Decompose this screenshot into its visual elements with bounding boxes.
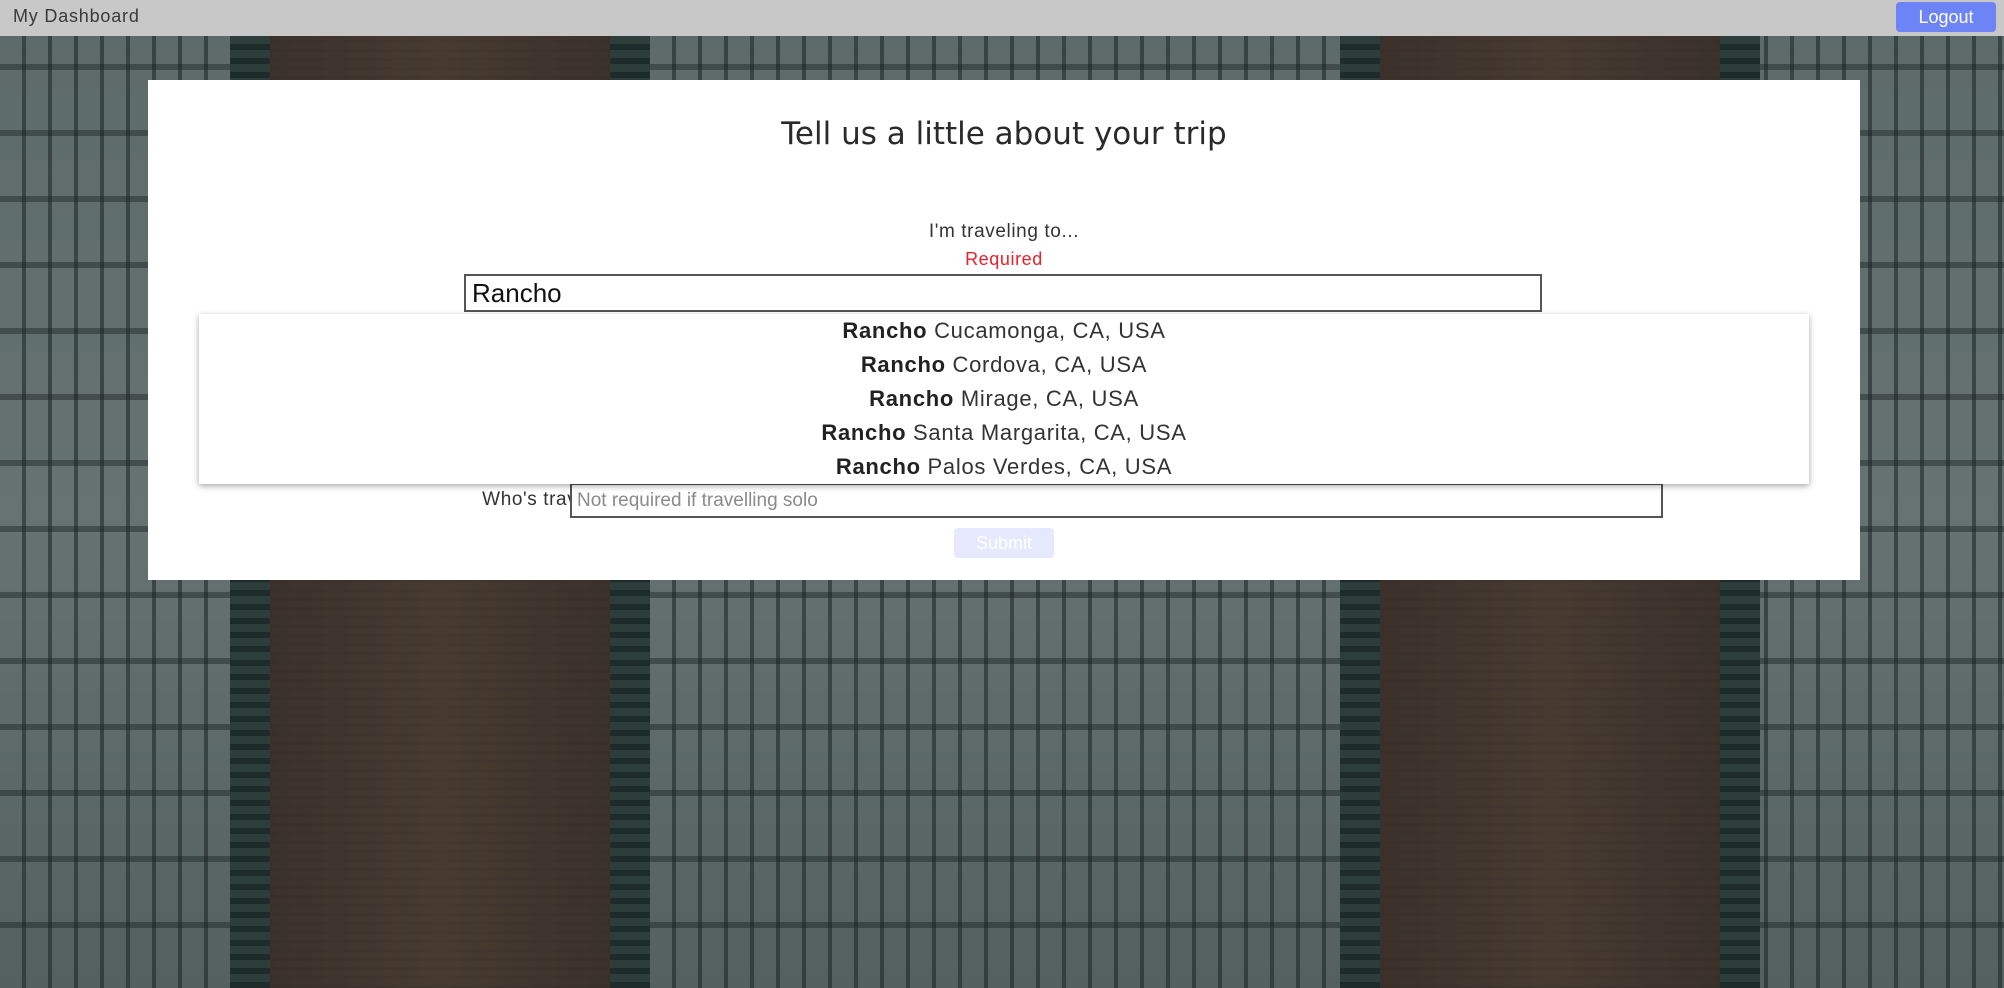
suggestion-rest-text: Santa Margarita, CA, USA (906, 420, 1187, 445)
submit-button[interactable]: Submit (954, 528, 1054, 558)
suggestion-rest-text: Cucamonga, CA, USA (927, 318, 1166, 343)
companions-input[interactable] (570, 483, 1663, 518)
suggestion-match-text: Rancho (842, 318, 928, 343)
suggestion-item[interactable]: Rancho Palos Verdes, CA, USA (199, 450, 1809, 484)
destination-input[interactable] (464, 274, 1542, 312)
destination-suggestions-dropdown: Rancho Cucamonga, CA, USA Rancho Cordova… (199, 314, 1809, 484)
suggestion-item[interactable]: Rancho Mirage, CA, USA (199, 382, 1809, 416)
required-error-text: Required (965, 249, 1043, 269)
suggestion-rest-text: Mirage, CA, USA (954, 386, 1139, 411)
page-title: Tell us a little about your trip (781, 116, 1227, 152)
suggestion-rest-text: Cordova, CA, USA (945, 352, 1148, 377)
logout-button[interactable]: Logout (1896, 2, 1996, 32)
top-navbar: My Dashboard Logout (0, 0, 2004, 36)
suggestion-match-text: Rancho (860, 352, 946, 377)
suggestion-item[interactable]: Rancho Cucamonga, CA, USA (199, 314, 1809, 348)
suggestion-match-text: Rancho (835, 454, 921, 479)
suggestion-item[interactable]: Rancho Cordova, CA, USA (199, 348, 1809, 382)
suggestion-item[interactable]: Rancho Santa Margarita, CA, USA (199, 416, 1809, 450)
dashboard-link[interactable]: My Dashboard (13, 6, 140, 27)
suggestion-rest-text: Palos Verdes, CA, USA (920, 454, 1173, 479)
destination-label: I'm traveling to... (928, 221, 1080, 242)
suggestion-match-text: Rancho (869, 386, 955, 411)
suggestion-match-text: Rancho (821, 420, 907, 445)
